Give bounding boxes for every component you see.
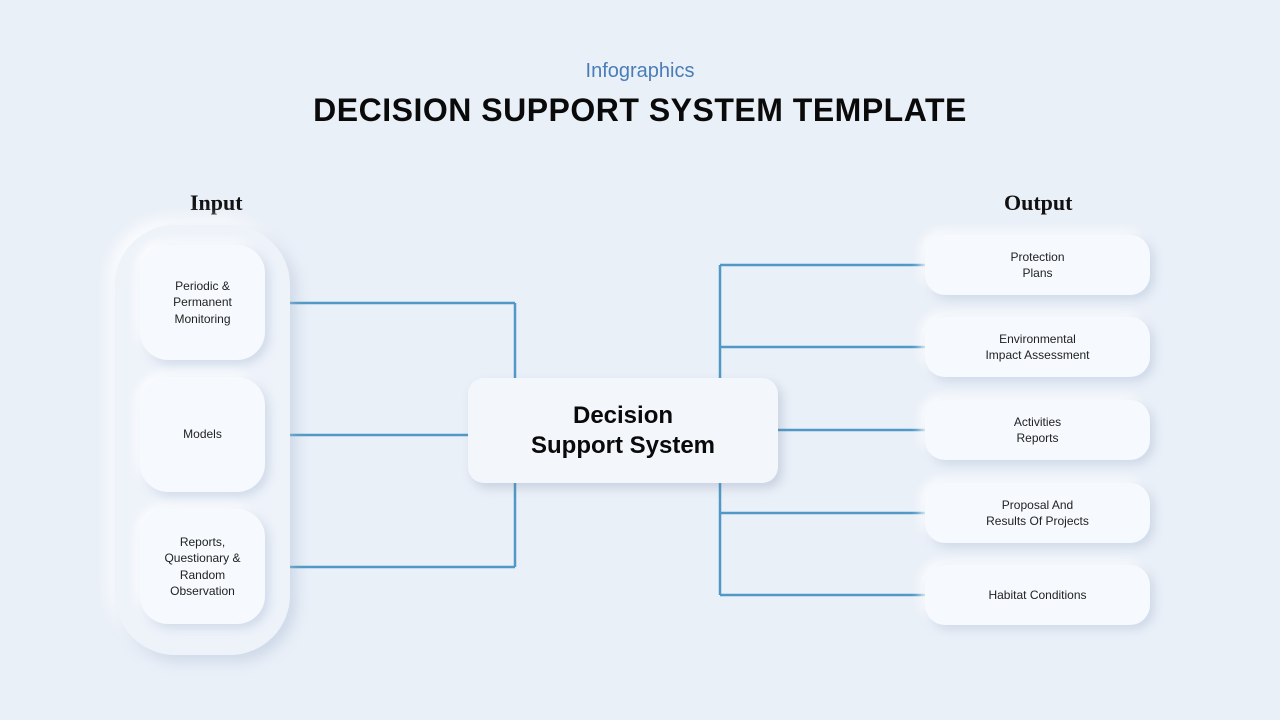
output-section-label: Output (1004, 190, 1072, 216)
output-card-habitat: Habitat Conditions (925, 565, 1150, 625)
output-card-proposal: Proposal And Results Of Projects (925, 483, 1150, 543)
input-card-reports: Reports, Questionary & Random Observatio… (140, 509, 265, 624)
center-node: Decision Support System (468, 378, 778, 483)
output-card-environmental: Environmental Impact Assessment (925, 317, 1150, 377)
input-card-monitoring: Periodic & Permanent Monitoring (140, 245, 265, 360)
output-card-protection: Protection Plans (925, 235, 1150, 295)
input-section-label: Input (190, 190, 243, 216)
page-title: DECISION SUPPORT SYSTEM TEMPLATE (0, 92, 1280, 129)
input-card-models: Models (140, 377, 265, 492)
subtitle-text: Infographics (0, 60, 1280, 83)
output-card-activities: Activities Reports (925, 400, 1150, 460)
